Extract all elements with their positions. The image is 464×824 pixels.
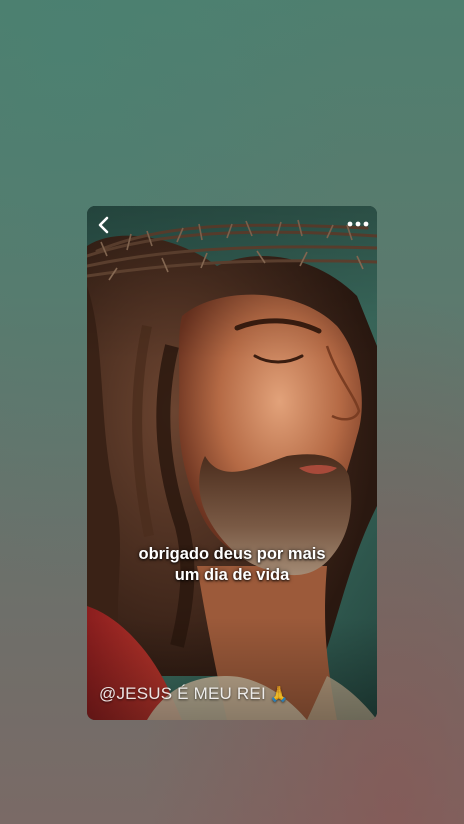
watermark-text: @JESUS É MEU REI: [99, 684, 266, 703]
post-image: [87, 206, 377, 720]
more-horizontal-icon: [347, 221, 369, 227]
caption-line-1: obrigado deus por mais: [138, 545, 326, 563]
story-card[interactable]: obrigado deus por mais um dia de vida @J…: [87, 206, 377, 720]
more-options-button[interactable]: [345, 216, 371, 232]
praying-hands-icon: 🙏: [269, 686, 289, 703]
caption-line-2: um dia de vida: [174, 566, 290, 584]
back-button[interactable]: [93, 214, 115, 236]
post-caption: obrigado deus por mais um dia de vida: [87, 544, 377, 586]
account-watermark: @JESUS É MEU REI 🙏: [99, 684, 289, 704]
chevron-left-icon: [98, 216, 109, 234]
